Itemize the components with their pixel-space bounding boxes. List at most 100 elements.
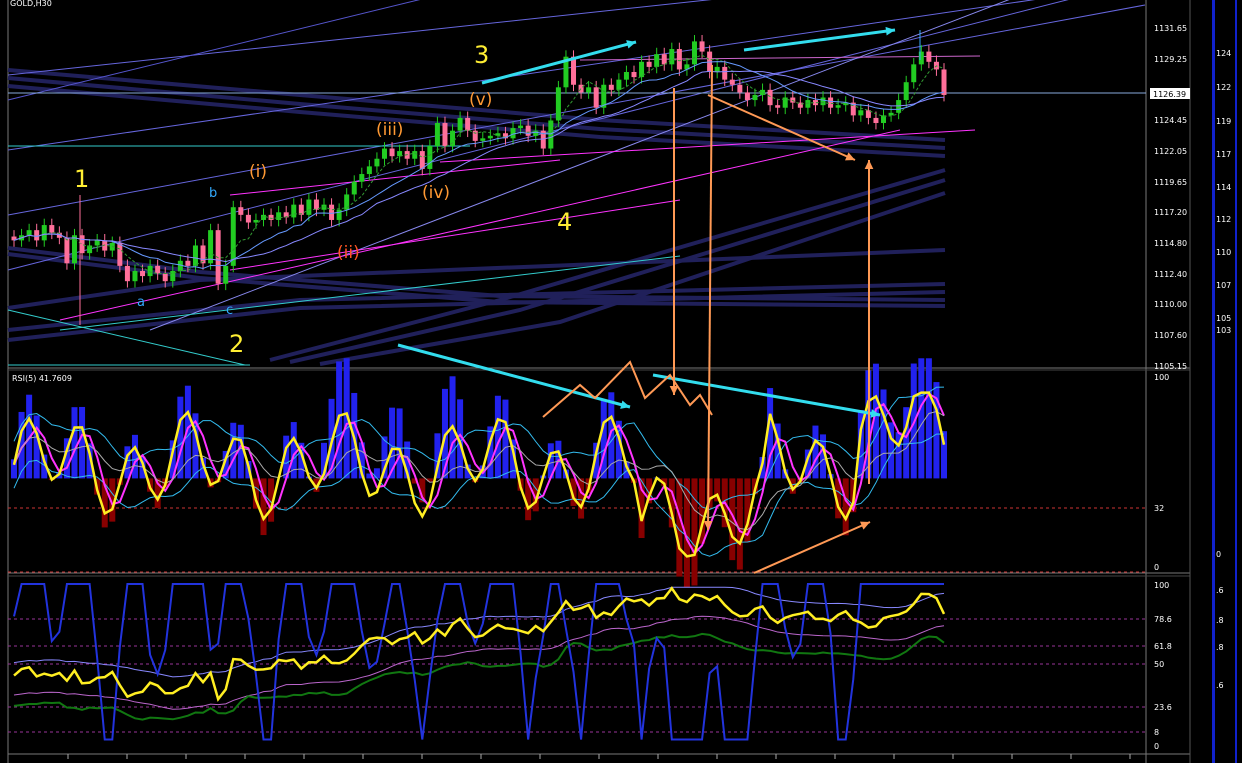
symbol-header: GOLD,H30 (10, 0, 52, 8)
candle-body (623, 72, 629, 80)
clipped-tick: 122 (1216, 83, 1231, 92)
candle-body (873, 117, 879, 124)
candle-body (775, 105, 781, 108)
stoch-right-level: .6 (1216, 586, 1224, 595)
stoch-level: 61.8 (1154, 642, 1172, 651)
rsi-level: 0 (1154, 563, 1159, 572)
candle-body (366, 166, 372, 175)
price-tick: 1107.60 (1154, 331, 1187, 340)
wave-label-1: 1 (74, 165, 89, 193)
candle-body (487, 135, 493, 139)
price-tick: 1122.05 (1154, 147, 1187, 156)
candle-body (669, 49, 675, 65)
histogram-bar (33, 415, 40, 479)
rsi-title: RSI(5) 41.7609 (12, 374, 72, 383)
candle-body (117, 242, 123, 266)
current-price-label: 1126.39 (1153, 90, 1186, 99)
price-tick: 1110.00 (1154, 300, 1187, 309)
candle-body (140, 270, 146, 277)
candle-body (412, 151, 418, 159)
candle-body (699, 41, 705, 52)
candle-body (374, 158, 380, 167)
histogram-bar (880, 389, 887, 479)
price-tick: 1119.65 (1154, 178, 1187, 187)
candle-body (676, 49, 682, 70)
clipped-tick: 112 (1216, 215, 1231, 224)
chart-background (0, 0, 1242, 763)
candle-body (911, 64, 917, 83)
candle-body (654, 54, 660, 67)
histogram-bar (502, 399, 509, 479)
candle-body (820, 97, 826, 106)
candle-body (419, 151, 425, 169)
candle-body (805, 100, 811, 108)
clipped-tick: 105 (1216, 314, 1231, 323)
candle-body (472, 130, 478, 141)
trading-chart: GOLD,H30 1131.65 1129.25 1124.45 1122.05… (0, 0, 1242, 763)
price-tick: 1117.20 (1154, 208, 1187, 217)
candle-body (329, 204, 335, 220)
price-tick: 1129.25 (1154, 55, 1187, 64)
candle-body (752, 94, 758, 101)
stoch-level: 8 (1154, 728, 1159, 737)
candle-body (593, 87, 599, 108)
candle-body (661, 54, 667, 65)
candle-body (268, 214, 274, 220)
candle-body (828, 97, 834, 108)
wave-label-a: a (137, 295, 145, 310)
candle-body (223, 265, 229, 284)
stoch-right-level: .8 (1216, 616, 1224, 625)
histogram-bar (71, 407, 78, 479)
histogram-bar (373, 468, 380, 479)
candle-body (434, 123, 440, 146)
wave-label-iv: (iv) (422, 183, 450, 203)
candle-body (896, 100, 902, 113)
candle-body (351, 181, 357, 195)
candle-body (586, 87, 592, 93)
stoch-level: 0 (1154, 742, 1159, 751)
histogram-bar (578, 478, 585, 519)
histogram-bar (600, 400, 607, 479)
histogram-bar (396, 408, 403, 479)
wave-label-iii: (iii) (376, 120, 403, 140)
price-tick: 1124.45 (1154, 116, 1187, 125)
candle-body (457, 117, 463, 131)
candle-body (162, 273, 168, 282)
histogram-bar (925, 358, 932, 479)
candle-body (790, 97, 796, 103)
candle-body (737, 84, 743, 93)
clipped-tick: 110 (1216, 248, 1231, 257)
candle-body (230, 207, 236, 266)
stoch-level: 78.6 (1154, 615, 1172, 624)
wave-label-i: (i) (249, 162, 267, 182)
stoch-right-level: .8 (1216, 643, 1224, 652)
candle-body (359, 174, 365, 182)
candle-body (480, 138, 486, 141)
candle-body (208, 230, 214, 264)
candle-body (306, 199, 312, 215)
candle-body (722, 66, 728, 80)
candle-body (571, 56, 577, 85)
wave-label-b: b (209, 186, 217, 201)
candle-body (555, 87, 561, 121)
candle-body (41, 225, 47, 241)
candle-body (336, 209, 342, 220)
right-edge-bar (1212, 0, 1215, 763)
histogram-bar (736, 478, 743, 570)
candle-body (291, 204, 297, 218)
price-tick: 1114.80 (1154, 239, 1187, 248)
candle-body (200, 245, 206, 264)
clipped-tick: 117 (1216, 150, 1231, 159)
histogram-bar (918, 358, 925, 479)
candle-body (631, 72, 637, 78)
candle-body (427, 145, 433, 169)
candle-body (744, 92, 750, 101)
wave-label-v: (v) (469, 90, 492, 110)
candle-body (729, 79, 735, 85)
candle-body (245, 214, 251, 223)
candle-body (132, 270, 138, 282)
clipped-tick: 107 (1216, 281, 1231, 290)
candle-body (525, 125, 531, 136)
price-tick: 1131.65 (1154, 24, 1187, 33)
candle-body (888, 112, 894, 116)
